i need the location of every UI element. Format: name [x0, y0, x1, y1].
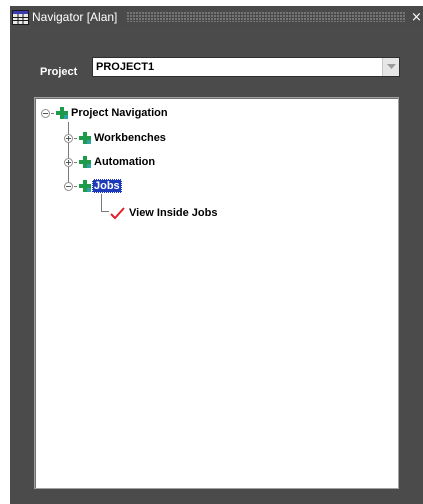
collapse-icon[interactable]	[41, 108, 50, 118]
project-select[interactable]: PROJECT1	[92, 57, 400, 77]
tree-branch-line	[51, 112, 54, 114]
title-bar-pattern	[127, 12, 405, 22]
tree-node-label: Workbenches	[94, 132, 166, 144]
green-cross-node-icon	[78, 179, 92, 193]
title-bar[interactable]: Navigator [Alan] ×	[10, 6, 423, 28]
grid-app-icon	[11, 9, 29, 25]
tree-node-label: View Inside Jobs	[129, 207, 218, 219]
window-title: Navigator [Alan]	[32, 10, 118, 24]
red-checkmark-icon	[110, 206, 125, 220]
collapse-icon[interactable]	[64, 181, 73, 191]
green-cross-node-icon	[55, 106, 69, 120]
close-icon[interactable]: ×	[411, 11, 423, 24]
tree-node-project-navigation[interactable]: Project Navigation	[41, 105, 170, 121]
project-navigation-tree[interactable]: Project Navigation Workbenches Automatio…	[34, 97, 399, 489]
chevron-down-icon[interactable]	[382, 58, 399, 76]
tree-connector-line	[101, 194, 102, 212]
green-cross-node-icon	[78, 131, 92, 145]
project-label: Project	[40, 66, 78, 78]
green-cross-node-icon	[78, 155, 92, 169]
expand-icon[interactable]	[64, 157, 73, 167]
tree-branch-line	[74, 185, 77, 187]
tree-node-label-selected: Jobs	[92, 179, 122, 193]
tree-branch-line	[74, 161, 77, 163]
tree-leaf-view-inside-jobs[interactable]: View Inside Jobs	[110, 205, 219, 221]
project-select-value: PROJECT1	[96, 61, 155, 73]
expand-icon[interactable]	[64, 133, 73, 143]
tree-node-workbenches[interactable]: Workbenches	[64, 130, 168, 146]
tree-node-label: Automation	[94, 156, 156, 168]
tree-node-label: Project Navigation	[71, 107, 168, 119]
tree-connector-line	[101, 211, 109, 212]
tree-node-jobs[interactable]: Jobs	[64, 178, 122, 194]
navigator-window: Navigator [Alan] × Project PROJECT1 Proj…	[0, 0, 423, 504]
tree-node-automation[interactable]: Automation	[64, 154, 157, 170]
tree-branch-line	[74, 137, 77, 139]
